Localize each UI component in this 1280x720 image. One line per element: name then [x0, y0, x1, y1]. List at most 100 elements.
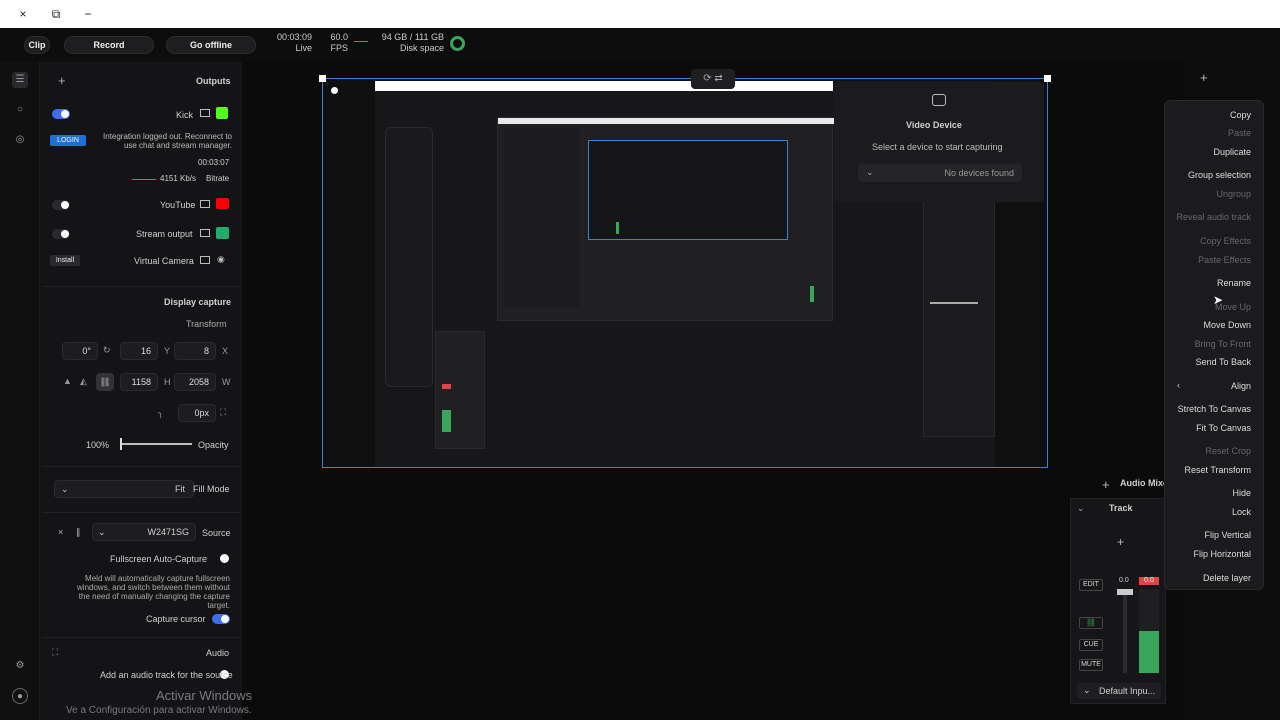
menu-item-fit-to-canvas[interactable]: Fit To Canvas — [1196, 423, 1251, 433]
menu-item-delete-layer[interactable]: Delete layer — [1203, 573, 1251, 583]
rotation-field[interactable]: 0° — [62, 342, 98, 360]
transform-anchor-icon[interactable] — [331, 87, 338, 94]
resize-handle[interactable] — [319, 75, 326, 82]
audio-settings-icon[interactable]: ⛶ — [52, 647, 58, 658]
settings-icon[interactable]: ⚙ — [12, 658, 28, 674]
menu-item-send-to-back[interactable]: Send To Back — [1196, 357, 1251, 367]
kick-bitrate-value: 4151 Kb/s — [160, 174, 197, 183]
kick-warning: Integration logged out. Reconnect to use… — [103, 132, 232, 150]
h-label: H — [164, 377, 171, 387]
menu-item-move-down[interactable]: Move Down — [1203, 320, 1251, 330]
youtube-logo-icon — [216, 198, 229, 209]
mouse-cursor-icon: ➤ — [1213, 293, 1224, 307]
list-icon[interactable]: ☰ — [12, 72, 28, 88]
nested-titlebar — [498, 118, 834, 124]
nested-left-panel — [504, 128, 580, 308]
audio-input-select[interactable]: ⌄ Default Inpu... — [1077, 683, 1161, 699]
opacity-slider-handle[interactable] — [120, 438, 122, 450]
cue-button[interactable]: CUE — [1079, 639, 1103, 651]
nested-app-preview — [497, 117, 834, 321]
transform-label: Transform — [186, 319, 227, 329]
radius-field[interactable]: 0px — [178, 404, 216, 422]
minimize-icon[interactable]: − — [80, 6, 96, 22]
width-field[interactable]: 2058 — [174, 373, 216, 391]
menu-item-duplicate[interactable]: Duplicate — [1213, 147, 1251, 157]
video-device-panel: Video Device Select a device to start ca… — [834, 82, 1044, 202]
fullscreen-label: Fullscreen Auto-Capture — [110, 554, 208, 564]
link-icon[interactable]: ⛓ — [1079, 617, 1103, 629]
resize-handle[interactable] — [1044, 75, 1051, 82]
close-icon[interactable]: × — [58, 527, 63, 537]
divider — [42, 466, 240, 467]
menu-item-group-selection[interactable]: Group selection — [1188, 170, 1251, 180]
account-icon[interactable]: ● — [12, 688, 28, 704]
x-field[interactable]: 8 — [174, 342, 216, 360]
volume-slider[interactable] — [1123, 591, 1127, 673]
add-source-icon[interactable]: + — [1117, 535, 1124, 549]
chevron-down-icon[interactable]: ⌄ — [1077, 503, 1085, 514]
close-icon[interactable]: × — [15, 6, 31, 22]
add-scene-icon[interactable]: + — [1200, 70, 1208, 85]
audio-mixer-panel: ⌄ Track + EDIT ⛓ CUE MUTE 0.0 0.0 ⌄ Defa… — [1070, 498, 1166, 704]
fullscreen-radio[interactable] — [220, 554, 229, 563]
height-field[interactable]: 1158 — [120, 373, 158, 391]
flip-horizontal-icon[interactable]: ◭ — [80, 376, 87, 387]
nested-context-menu — [385, 127, 433, 387]
camera-icon: ◉ — [217, 254, 225, 264]
kick-toggle[interactable] — [52, 109, 70, 119]
menu-item-paste-effects[interactable]: Paste Effects — [1198, 255, 1251, 265]
menu-item-reveal-audio-track[interactable]: Reveal audio track — [1176, 212, 1251, 222]
virtual-camera-install-button[interactable]: Install — [50, 255, 80, 266]
nested-meter — [616, 222, 619, 234]
edit-button[interactable]: EDIT — [1079, 579, 1103, 591]
swap-icon[interactable]: ⇄ — [714, 73, 722, 84]
volume-slider-handle[interactable] — [1117, 589, 1133, 595]
clip-button[interactable]: Clip — [24, 36, 50, 54]
menu-item-reset-crop[interactable]: Reset Crop — [1205, 446, 1251, 456]
menu-item-copy[interactable]: Copy — [1230, 110, 1251, 120]
add-output-icon[interactable]: + — [58, 73, 66, 88]
menu-item-flip-vertical[interactable]: Flip Vertical — [1204, 530, 1251, 540]
video-device-select[interactable]: ⌄ No devices found — [858, 164, 1022, 182]
record-button[interactable]: Record — [64, 36, 154, 54]
source-label: Source — [202, 528, 231, 538]
audio-icon[interactable]: ◎ — [12, 132, 28, 148]
menu-item-flip-horizontal[interactable]: Flip Horizontal — [1193, 549, 1251, 559]
menu-item-ungroup[interactable]: Ungroup — [1216, 189, 1251, 199]
mute-button[interactable]: MUTE — [1079, 659, 1103, 671]
menu-item-copy-effects[interactable]: Copy Effects — [1200, 236, 1251, 246]
nested-meter — [810, 286, 814, 302]
kick-bitrate-label: Bitrate — [206, 174, 230, 183]
capture-cursor-toggle[interactable] — [212, 614, 230, 624]
crop-icon[interactable]: ⛶ — [220, 407, 226, 418]
kick-login-button[interactable]: LOGIN — [50, 135, 86, 146]
opacity-slider[interactable] — [120, 443, 192, 445]
canvas-toolbar: ⟳ ⇄ — [691, 69, 735, 89]
menu-item-reset-transform[interactable]: Reset Transform — [1184, 465, 1251, 475]
stream-output-toggle[interactable] — [52, 229, 70, 239]
chevron-down-icon: ⌄ — [1083, 685, 1091, 695]
menu-item-hide[interactable]: Hide — [1232, 488, 1251, 498]
add-audio-track-icon[interactable]: + — [1102, 477, 1110, 492]
menu-item-bring-to-front[interactable]: Bring To Front — [1195, 339, 1251, 349]
link-aspect-icon[interactable]: ⛓ — [96, 373, 114, 391]
y-field[interactable]: 16 — [120, 342, 158, 360]
source-select[interactable]: ⌄ W2471SG — [92, 523, 196, 541]
restore-icon[interactable]: ⧉ — [48, 6, 64, 22]
go-offline-button[interactable]: Go offline — [166, 36, 256, 54]
menu-item-lock[interactable]: Lock — [1232, 507, 1251, 517]
video-device-subtitle: Select a device to start capturing — [872, 142, 1003, 152]
chat-icon[interactable]: ○ — [12, 102, 28, 118]
flip-vertical-icon[interactable]: ▲ — [63, 376, 72, 386]
menu-item-align[interactable]: Align — [1231, 381, 1251, 391]
refresh-icon[interactable]: ⟳ — [703, 73, 711, 84]
pause-icon[interactable]: ∥ — [76, 527, 81, 538]
menu-item-stretch-to-canvas[interactable]: Stretch To Canvas — [1178, 404, 1251, 414]
menu-item-paste[interactable]: Paste — [1228, 128, 1251, 138]
menu-item-rename[interactable]: Rename — [1217, 278, 1251, 288]
youtube-toggle[interactable] — [52, 200, 70, 210]
audio-label: Audio — [206, 648, 230, 658]
screen-icon — [200, 200, 210, 208]
fill-mode-select[interactable]: ⌄ Fit — [54, 480, 194, 498]
fps-stat: 60.0 FPS — [318, 32, 348, 54]
